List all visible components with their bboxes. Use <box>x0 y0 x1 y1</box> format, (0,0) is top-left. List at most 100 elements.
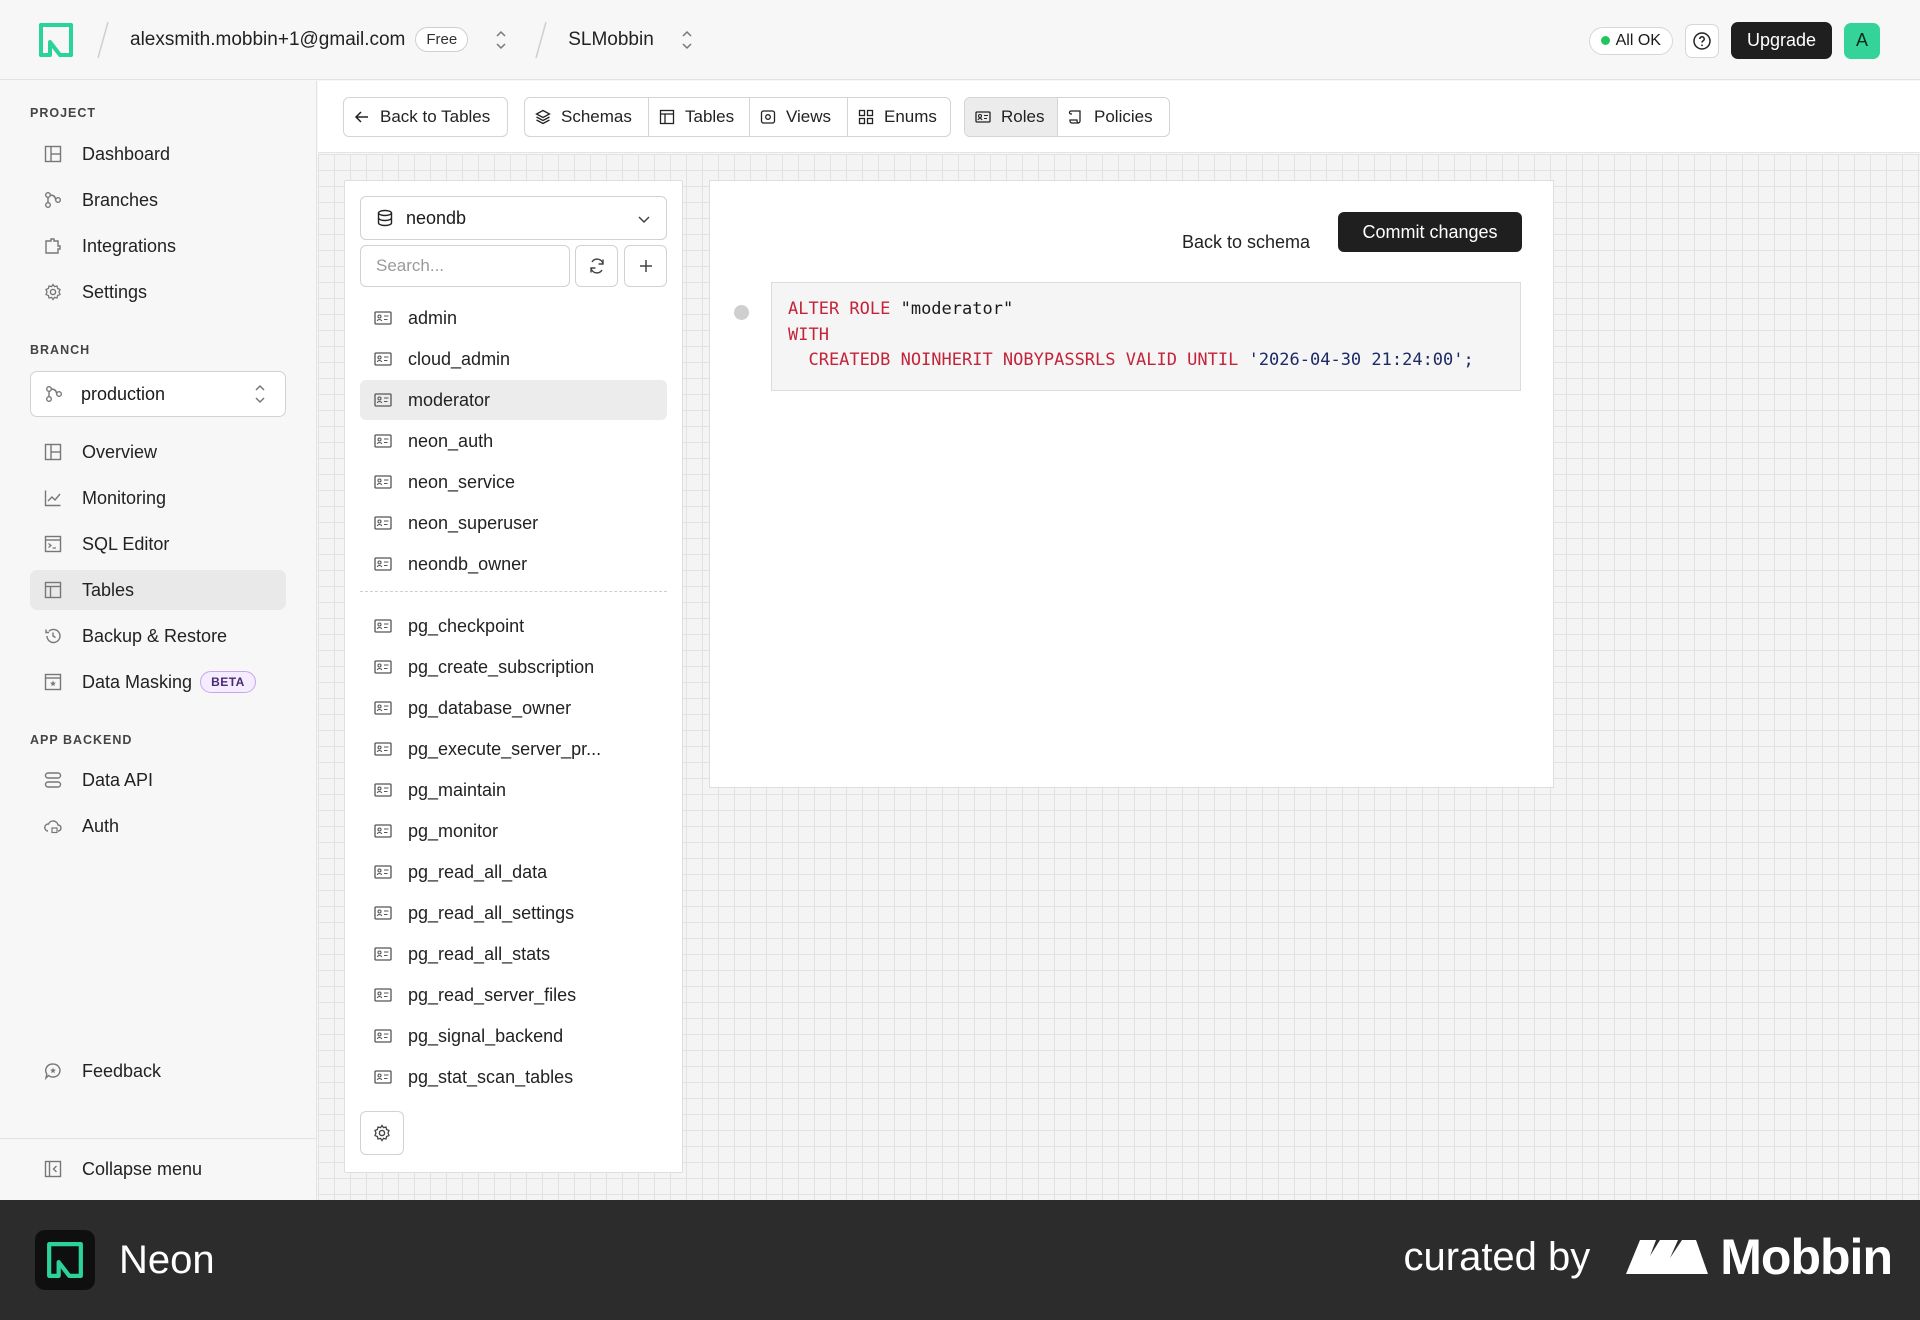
database-name: neondb <box>406 207 467 228</box>
id-card-icon <box>374 352 392 366</box>
grid-icon <box>858 109 874 125</box>
scroll-icon <box>1068 110 1081 124</box>
role-item-pg-read-server-files[interactable]: pg_read_server_files <box>360 975 667 1015</box>
back-to-tables-button[interactable]: Back to Tables <box>343 97 508 137</box>
sidebar-item-sql-editor[interactable]: SQL Editor <box>30 524 286 564</box>
sidebar-item-data-api[interactable]: Data API <box>30 760 286 800</box>
role-item-cloud-admin[interactable]: cloud_admin <box>360 339 667 379</box>
eye-icon <box>760 110 776 124</box>
section-label-app-backend: APP BACKEND <box>30 733 133 747</box>
account-email[interactable]: alexsmith.mobbin+1@gmail.com <box>130 29 405 51</box>
role-item-pg-signal-backend[interactable]: pg_signal_backend <box>360 1016 667 1056</box>
account-switcher-chevron-icon[interactable] <box>494 27 508 53</box>
sidebar-item-data-masking[interactable]: Data Masking BETA <box>30 662 286 702</box>
help-icon <box>1693 31 1711 50</box>
branch-selector[interactable]: production <box>30 371 286 417</box>
sidebar-item-feedback[interactable]: Feedback <box>30 1051 286 1091</box>
panel-settings-button[interactable] <box>360 1111 404 1155</box>
role-item-neon-superuser[interactable]: neon_superuser <box>360 503 667 543</box>
id-card-icon <box>374 947 392 961</box>
role-item-pg-checkpoint[interactable]: pg_checkpoint <box>360 606 667 646</box>
role-item-pg-database-owner[interactable]: pg_database_owner <box>360 688 667 728</box>
role-item-pg-stat-scan-tables[interactable]: pg_stat_scan_tables <box>360 1057 667 1097</box>
id-card-icon <box>374 1029 392 1043</box>
role-item-neon-auth[interactable]: neon_auth <box>360 421 667 461</box>
sql-role-name: "moderator" <box>890 299 1014 319</box>
sidebar-item-monitoring[interactable]: Monitoring <box>30 478 286 518</box>
help-button[interactable] <box>1684 23 1719 58</box>
sidebar-item-label: Dashboard <box>82 143 171 164</box>
sidebar-item-label: Monitoring <box>82 487 167 508</box>
role-item-pg-execute-server-program[interactable]: pg_execute_server_pr... <box>360 729 667 769</box>
status-dot-icon <box>1600 36 1610 45</box>
role-item-pg-monitor[interactable]: pg_monitor <box>360 811 667 851</box>
sidebar-item-settings[interactable]: Settings <box>30 272 286 312</box>
role-item-admin[interactable]: admin <box>360 298 667 338</box>
sidebar-item-auth[interactable]: Auth <box>30 806 286 846</box>
id-card-icon <box>374 475 392 489</box>
role-name: moderator <box>408 389 491 410</box>
add-role-button[interactable] <box>624 245 667 287</box>
layers-icon <box>535 109 551 125</box>
sidebar-item-branches[interactable]: Branches <box>30 180 286 220</box>
role-item-pg-read-all-stats[interactable]: pg_read_all_stats <box>360 934 667 974</box>
role-name: neondb_owner <box>408 553 528 574</box>
role-name: pg_stat_scan_tables <box>408 1066 574 1087</box>
sidebar-item-backup-restore[interactable]: Backup & Restore <box>30 616 286 656</box>
table-icon <box>659 109 675 125</box>
top-bar: alexsmith.mobbin+1@gmail.com Free SLMobb… <box>0 0 1920 80</box>
avatar[interactable]: A <box>1844 22 1880 59</box>
sidebar-item-tables[interactable]: Tables <box>30 570 286 610</box>
sidebar-item-label: Backup & Restore <box>82 625 228 646</box>
chart-line-icon <box>44 490 61 507</box>
mobbin-logo-icon <box>1626 1240 1709 1274</box>
status-indicator[interactable]: All OK <box>1588 26 1673 55</box>
id-card-icon <box>374 906 392 920</box>
tab-label: Tables <box>685 107 735 126</box>
upgrade-button[interactable]: Upgrade <box>1730 22 1832 59</box>
neon-logo-icon <box>35 1230 95 1290</box>
database-icon <box>377 209 393 227</box>
refresh-button[interactable] <box>575 245 618 287</box>
change-status-dot <box>734 305 749 320</box>
neon-logo-icon[interactable] <box>38 22 74 58</box>
chevron-down-icon <box>638 216 650 224</box>
sidebar: PROJECT Dashboard Branches Integrations … <box>0 81 317 1200</box>
sidebar-item-overview[interactable]: Overview <box>30 432 286 472</box>
tab-policies[interactable]: Policies <box>1058 98 1169 136</box>
role-search-input[interactable]: Search... <box>360 245 570 287</box>
project-name[interactable]: SLMobbin <box>568 29 654 51</box>
tab-schemas[interactable]: Schemas <box>525 98 649 136</box>
role-item-neondb-owner[interactable]: neondb_owner <box>360 544 667 584</box>
role-item-moderator[interactable]: moderator <box>360 380 667 420</box>
collapse-menu-button[interactable]: Collapse menu <box>30 1149 286 1189</box>
sql-code-block[interactable]: ALTER ROLE "moderator" WITH CREATEDB NOI… <box>771 282 1521 391</box>
back-to-schema-button[interactable]: Back to schema <box>1172 222 1320 262</box>
plan-badge: Free <box>415 27 469 52</box>
id-card-icon <box>374 660 392 674</box>
role-item-pg-maintain[interactable]: pg_maintain <box>360 770 667 810</box>
tab-views[interactable]: Views <box>750 98 848 136</box>
role-item-neon-service[interactable]: neon_service <box>360 462 667 502</box>
role-item-pg-create-subscription[interactable]: pg_create_subscription <box>360 647 667 687</box>
id-card-icon <box>975 111 991 123</box>
collapse-sidebar-icon <box>44 1160 62 1178</box>
id-card-icon <box>374 434 392 448</box>
sidebar-item-label: Integrations <box>82 235 177 256</box>
id-card-icon <box>374 311 392 325</box>
sidebar-item-integrations[interactable]: Integrations <box>30 226 286 266</box>
sidebar-item-dashboard[interactable]: Dashboard <box>30 134 286 174</box>
database-selector[interactable]: neondb <box>360 196 667 240</box>
tab-tables[interactable]: Tables <box>649 98 750 136</box>
tab-roles[interactable]: Roles <box>965 98 1058 136</box>
role-item-pg-read-all-settings[interactable]: pg_read_all_settings <box>360 893 667 933</box>
project-switcher-chevron-icon[interactable] <box>680 27 694 53</box>
role-item-pg-read-all-data[interactable]: pg_read_all_data <box>360 852 667 892</box>
id-card-icon <box>374 824 392 838</box>
branches-icon <box>46 386 62 402</box>
separator-slash-icon <box>535 21 547 58</box>
tab-enums[interactable]: Enums <box>848 98 950 136</box>
id-card-icon <box>374 742 392 756</box>
sidebar-item-label: Feedback <box>82 1060 162 1081</box>
commit-changes-button[interactable]: Commit changes <box>1338 212 1522 252</box>
